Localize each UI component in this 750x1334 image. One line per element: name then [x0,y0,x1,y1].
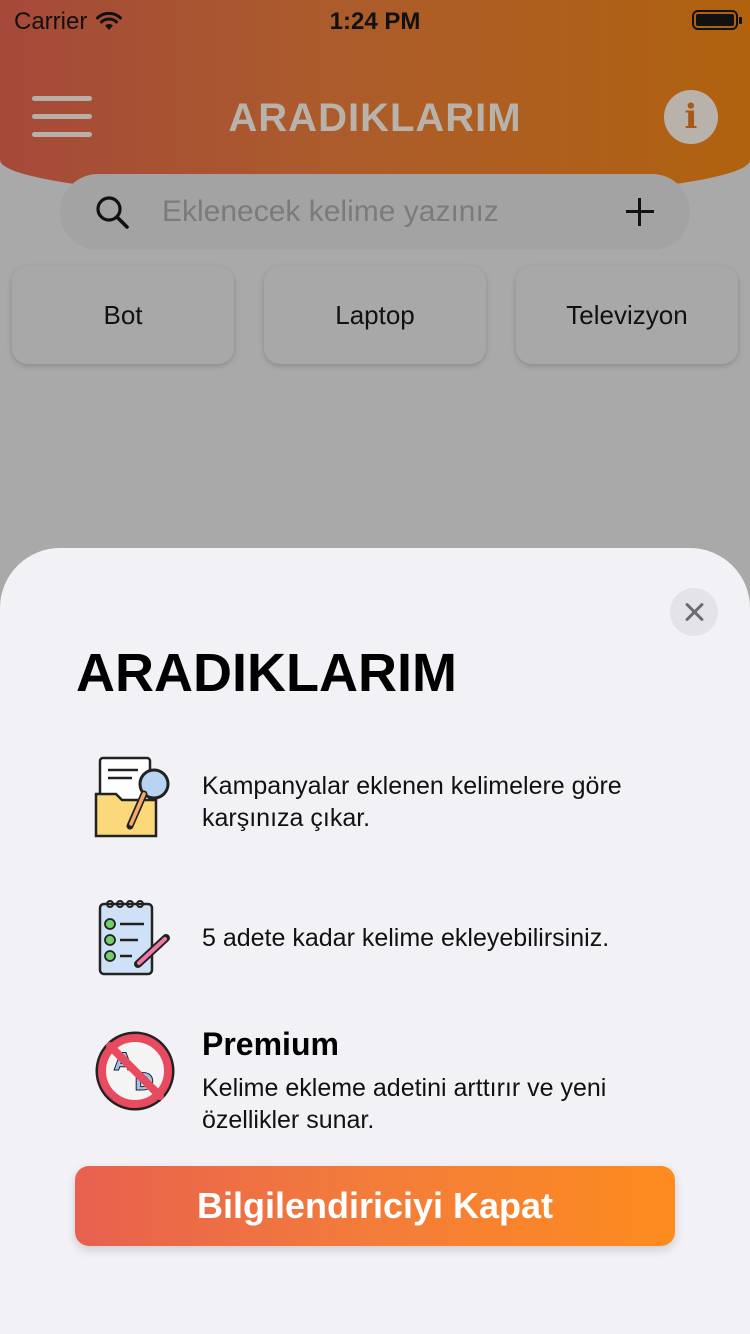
search-icon [96,196,129,229]
keyword-chip[interactable]: Televizyon [516,266,738,364]
status-time: 1:24 PM [329,8,421,35]
close-info-button[interactable]: Bilgilendiriciyi Kapat [75,1166,675,1246]
search-input[interactable] [162,192,602,232]
search-bar [60,174,690,250]
info-icon[interactable]: i [664,90,718,144]
keyword-chips: Bot Laptop Televizyon [12,266,738,364]
feature-text: Kelime ekleme adetini arttırır ve yeni ö… [202,1074,607,1134]
add-word-plus-icon[interactable] [624,196,656,228]
feature-text: Kampanyalar eklenen kelimelere göre karş… [202,772,622,832]
keyword-chip[interactable]: Bot [12,266,234,364]
folder-search-icon [94,756,170,838]
keyword-chip[interactable]: Laptop [264,266,486,364]
sheet-title: ARADIKLARIM [76,643,457,703]
page-title: ARADIKLARIM [228,96,522,140]
close-icon[interactable] [670,588,718,636]
checklist-icon [98,900,170,976]
feature-heading: Premium [202,1026,339,1062]
info-bottom-sheet: ARADIKLARIM Kampanyalar eklenen kelimele… [0,548,750,1334]
keyword-chip-label: Laptop [335,299,415,330]
keyword-chip-label: Televizyon [566,299,688,330]
feature-text: 5 adete kadar kelime ekleyebilirsiniz. [202,924,610,952]
battery-icon [692,10,742,30]
status-bar: Carrier 1:24 PM [0,0,750,40]
no-ads-icon: A D [95,1031,175,1111]
keyword-chip-label: Bot [103,299,143,330]
